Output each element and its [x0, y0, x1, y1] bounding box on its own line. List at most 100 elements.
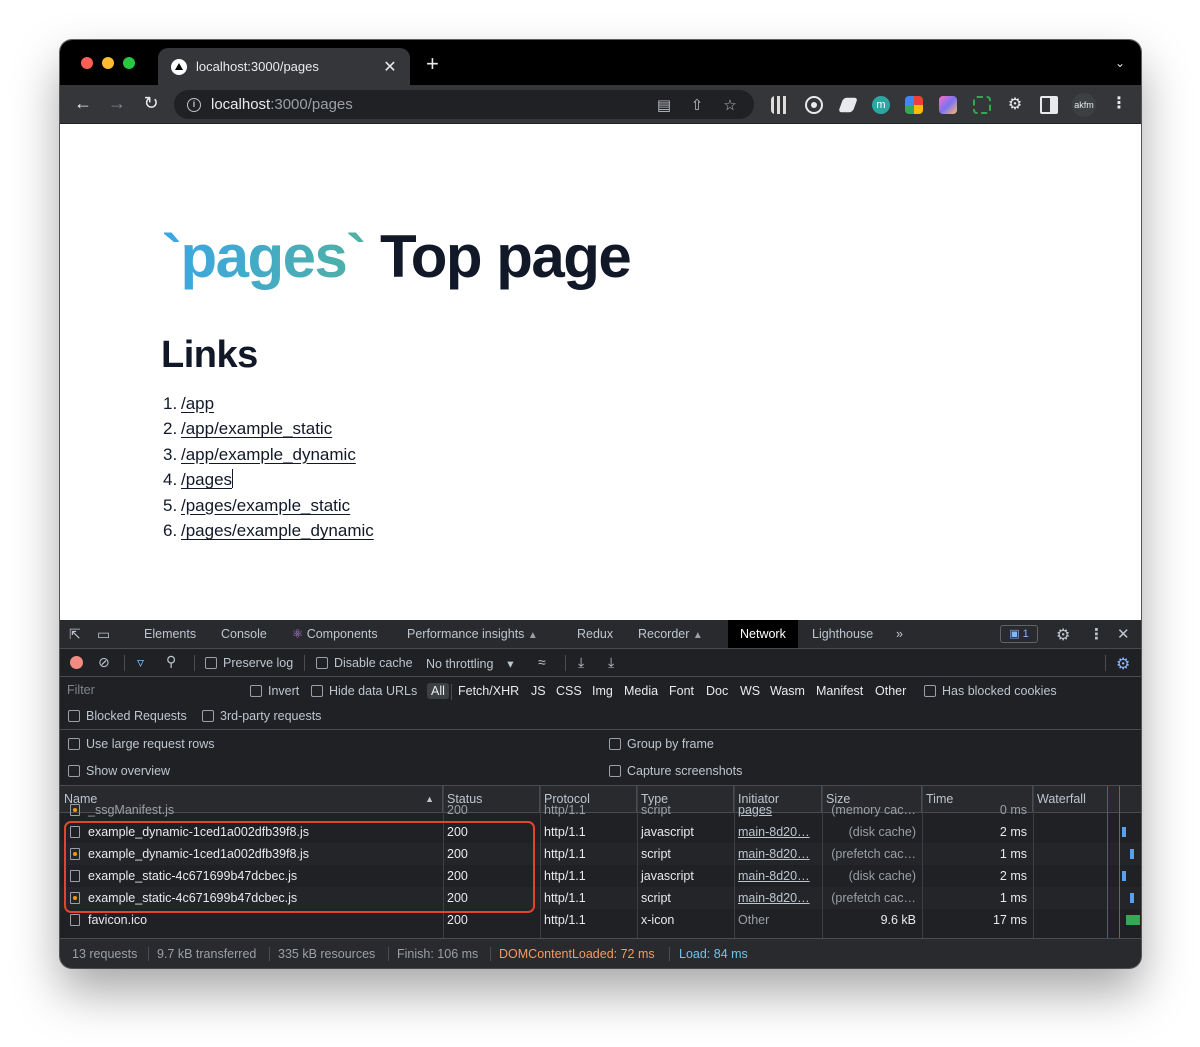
info-icon[interactable]: i: [187, 97, 201, 112]
m-extension-icon[interactable]: m: [872, 96, 890, 114]
request-protocol: http/1.1: [544, 913, 586, 927]
inspect-icon[interactable]: ⇱: [69, 626, 81, 643]
upload-icon[interactable]: ⤓: [578, 654, 584, 671]
device-icon[interactable]: ▭: [97, 626, 110, 643]
page-title-code: `pages`: [162, 223, 366, 290]
eraser-extension-icon[interactable]: [838, 97, 858, 113]
web-page: `pages` Top page Links 1./app 2./app/exa…: [60, 124, 1141, 620]
request-initiator[interactable]: main-8d20…: [734, 865, 822, 887]
request-initiator[interactable]: main-8d20…: [734, 821, 822, 843]
disable-cache-checkbox[interactable]: Disable cache: [316, 656, 413, 670]
link-app-example-static[interactable]: /app/example_static: [181, 419, 332, 438]
link-pages-example-dynamic[interactable]: /pages/example_dynamic: [181, 521, 374, 540]
type-filter-ws[interactable]: WS: [740, 684, 760, 698]
forward-arrow-icon[interactable]: →: [106, 93, 128, 113]
kebab-icon[interactable]: ⋮: [1111, 93, 1127, 113]
type-filter-media[interactable]: Media: [624, 684, 658, 698]
tab-lighthouse[interactable]: Lighthouse: [812, 620, 873, 648]
new-tab-button[interactable]: +: [426, 53, 439, 75]
qr-code-extension-icon[interactable]: [771, 96, 789, 114]
request-time: 1 ms: [999, 847, 1027, 861]
browser-tab[interactable]: localhost:3000/pages ✕: [158, 48, 410, 85]
devtools-kebab-icon[interactable]: ⋮: [1089, 625, 1104, 643]
request-initiator[interactable]: main-8d20…: [734, 843, 822, 865]
close-window-button[interactable]: [81, 57, 93, 69]
tab-console[interactable]: Console: [221, 620, 267, 648]
request-protocol: http/1.1: [544, 825, 586, 839]
filter-input[interactable]: Filter: [64, 681, 236, 700]
share-icon[interactable]: ⇧: [688, 96, 706, 114]
frame-extension-icon[interactable]: [973, 96, 991, 114]
tab-search-chevron-icon[interactable]: ⌄: [1115, 56, 1125, 70]
clear-icon[interactable]: ⊘: [98, 654, 110, 671]
show-overview-checkbox[interactable]: Show overview: [68, 764, 170, 778]
link-app-example-dynamic[interactable]: /app/example_dynamic: [181, 445, 356, 464]
page-title-text: Top page: [364, 223, 632, 290]
table-row[interactable]: _ssgManifest.js 200 http/1.1 script page…: [60, 799, 1141, 821]
type-filter-font[interactable]: Font: [669, 684, 694, 698]
type-filter-img[interactable]: Img: [592, 684, 613, 698]
zoom-window-button[interactable]: [123, 57, 135, 69]
reload-icon[interactable]: ↻: [140, 93, 162, 113]
url-text[interactable]: localhost:3000/pages: [211, 96, 655, 113]
target-extension-icon[interactable]: [805, 96, 823, 114]
group-by-frame-checkbox[interactable]: Group by frame: [609, 737, 714, 751]
puzzle-icon[interactable]: ⚙: [1006, 96, 1024, 114]
record-icon[interactable]: [70, 656, 83, 669]
throttling-select[interactable]: No throttling ▾: [426, 656, 514, 671]
translate-icon[interactable]: ▤: [655, 96, 673, 114]
list-item: 3./app/example_dynamic: [163, 444, 356, 464]
browser-window: localhost:3000/pages ✕ + ⌄ ← → ↻ i local…: [60, 40, 1141, 968]
tab-components[interactable]: ⚛ Components: [292, 620, 378, 648]
link-app[interactable]: /app: [181, 394, 214, 413]
type-filter-css[interactable]: CSS: [556, 684, 582, 698]
address-bar[interactable]: i localhost:3000/pages ▤ ⇧ ☆: [174, 90, 754, 119]
type-filter-js[interactable]: JS: [531, 684, 546, 698]
type-filter-all[interactable]: All: [427, 683, 449, 699]
tab-performance-insights[interactable]: Performance insights ▲: [407, 620, 538, 648]
type-filter-doc[interactable]: Doc: [706, 684, 728, 698]
filter-icon[interactable]: ▿: [137, 654, 144, 671]
network-settings-gear-icon[interactable]: ⚙: [1116, 654, 1130, 674]
request-size: (prefetch cac…: [831, 847, 916, 861]
google-extension-icon[interactable]: [905, 96, 923, 114]
blocked-requests-checkbox[interactable]: Blocked Requests: [68, 709, 187, 723]
tab-elements[interactable]: Elements: [144, 620, 196, 648]
invert-checkbox[interactable]: Invert: [250, 684, 299, 698]
type-filter-manifest[interactable]: Manifest: [816, 684, 863, 698]
capture-screenshots-checkbox[interactable]: Capture screenshots: [609, 764, 742, 778]
link-pages[interactable]: /pages: [181, 470, 232, 489]
avatar[interactable]: akfm: [1072, 93, 1096, 117]
request-size: (prefetch cac…: [831, 891, 916, 905]
request-time: 1 ms: [999, 891, 1027, 905]
link-pages-example-static[interactable]: /pages/example_static: [181, 496, 350, 515]
download-icon[interactable]: ⤓: [608, 654, 614, 671]
third-party-checkbox[interactable]: 3rd-party requests: [202, 709, 321, 723]
page-title: `pages` Top page: [162, 222, 632, 291]
type-filter-other[interactable]: Other: [875, 684, 906, 698]
tab-redux[interactable]: Redux: [577, 620, 613, 648]
has-blocked-cookies-checkbox[interactable]: Has blocked cookies: [924, 684, 1057, 698]
search-icon[interactable]: ⚲: [166, 653, 176, 670]
back-arrow-icon[interactable]: ←: [72, 93, 94, 113]
minimize-window-button[interactable]: [102, 57, 114, 69]
type-filter-wasm[interactable]: Wasm: [770, 684, 805, 698]
browser-toolbar: ← → ↻ i localhost:3000/pages ▤ ⇧ ☆ m ⚙ a…: [60, 85, 1141, 124]
preserve-log-checkbox[interactable]: Preserve log: [205, 656, 293, 670]
hide-data-urls-checkbox[interactable]: Hide data URLs: [311, 684, 417, 698]
close-icon[interactable]: ✕: [1117, 625, 1130, 643]
star-icon[interactable]: ☆: [721, 96, 739, 114]
tab-recorder[interactable]: Recorder ▲: [638, 620, 703, 648]
gradient-extension-icon[interactable]: [939, 96, 957, 114]
network-status-bar: 13 requests 9.7 kB transferred 335 kB re…: [60, 938, 1141, 968]
side-panel-icon[interactable]: [1040, 96, 1058, 114]
wifi-icon[interactable]: ≈: [538, 654, 546, 670]
request-initiator[interactable]: main-8d20…: [734, 887, 822, 909]
more-tabs-icon[interactable]: »: [896, 620, 903, 648]
tab-close-icon[interactable]: ✕: [380, 57, 400, 77]
type-filter-fetch-xhr[interactable]: Fetch/XHR: [458, 684, 519, 698]
issues-badge[interactable]: ▣ 1: [1000, 625, 1038, 643]
tab-network[interactable]: Network: [728, 620, 798, 648]
large-rows-checkbox[interactable]: Use large request rows: [68, 737, 215, 751]
gear-icon[interactable]: ⚙: [1056, 625, 1070, 645]
